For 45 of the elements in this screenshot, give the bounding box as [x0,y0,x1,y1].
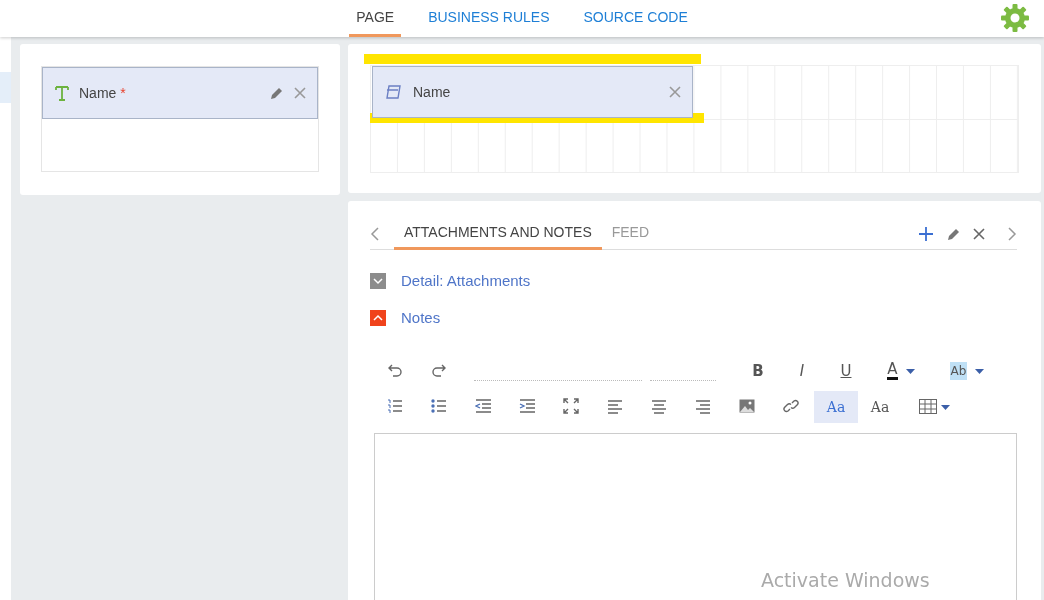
expand-toggle-icon[interactable] [370,273,386,290]
underline-button[interactable]: U [824,355,868,387]
page-tab[interactable]: BUSINESS RULES [421,0,557,37]
caret-icon [975,368,985,374]
lookup-field-icon [385,84,403,100]
italic-button[interactable]: I [780,355,824,387]
page-tab[interactable]: PAGE [349,0,402,37]
outdent-icon[interactable] [475,398,493,416]
close-icon[interactable] [293,86,307,100]
close-icon[interactable] [972,227,986,241]
scroll-right-button[interactable] [1007,227,1017,241]
align-center-icon[interactable] [651,398,669,416]
edit-icon[interactable] [946,227,960,241]
detail-tab[interactable]: ATTACHMENTS AND NOTES [394,218,602,250]
text-field-icon [55,85,69,101]
highlight-color-button[interactable]: Ab [934,355,1000,387]
numbered-list-icon[interactable] [387,398,405,416]
editor-mode-button[interactable]: Aa [858,391,902,423]
indent-icon[interactable] [519,398,537,416]
os-notice: Activate Windows [761,568,930,593]
image-icon[interactable] [739,398,757,416]
chevron-right-icon [1007,227,1017,241]
fullscreen-icon[interactable] [563,398,581,416]
caret-icon [905,368,915,374]
group-title[interactable]: Notes [401,306,441,329]
table-icon[interactable] [919,398,951,416]
page-tab[interactable]: SOURCE CODE [576,0,695,37]
bullet-list-icon[interactable] [431,398,449,416]
settings-icon[interactable] [1000,3,1030,33]
field-label: Name [413,82,452,102]
field-label: Name * [79,83,127,103]
editor-mode-button[interactable]: Aa [814,391,858,423]
edit-icon[interactable] [269,86,283,100]
align-left-icon[interactable] [607,398,625,416]
collapse-toggle-icon[interactable] [370,309,386,326]
scroll-left-button[interactable] [370,227,380,241]
close-icon[interactable] [668,85,682,99]
font-color-button[interactable]: A [868,355,934,387]
align-right-icon[interactable] [695,398,713,416]
selected-strip-highlight [0,72,11,103]
bold-button[interactable]: B [736,355,780,387]
group-title[interactable]: Detail: Attachments [401,270,531,293]
add-icon[interactable] [918,226,934,242]
chevron-left-icon [370,227,380,241]
undo-icon[interactable] [387,362,405,380]
